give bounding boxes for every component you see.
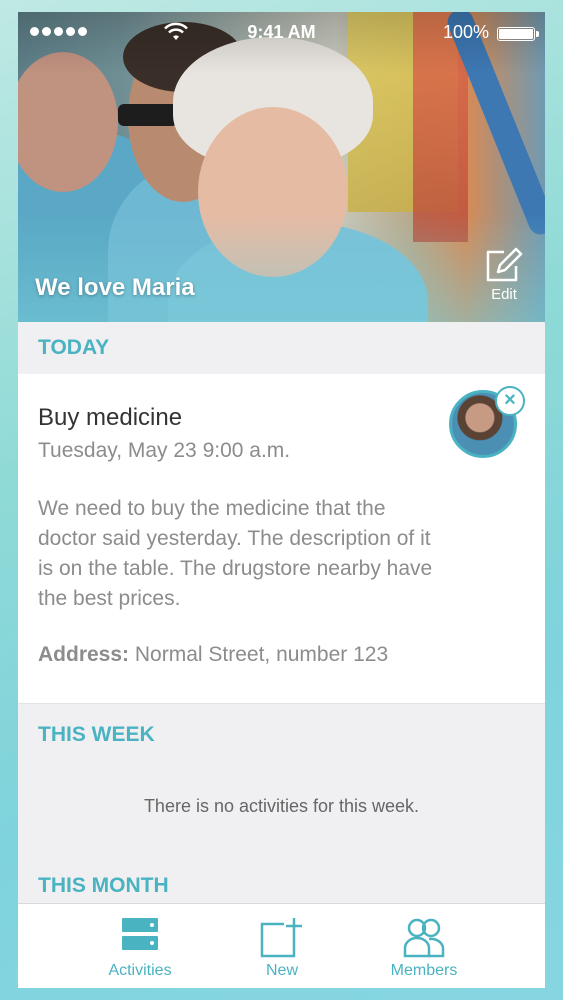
- section-header-today: TODAY: [18, 322, 545, 374]
- edit-icon: [486, 247, 523, 282]
- hero-banner: 9:41 AM 100% We love Maria Edit: [18, 12, 545, 322]
- remove-assignee-button[interactable]: ×: [495, 386, 525, 416]
- page-title: We love Maria: [35, 274, 195, 301]
- empty-week-message: There is no activities for this week.: [143, 796, 420, 816]
- close-icon: ×: [504, 389, 516, 411]
- edit-label: Edit: [491, 286, 517, 303]
- address-label: Address:: [38, 643, 130, 666]
- new-icon: [260, 918, 302, 958]
- activity-address: Address: Normal Street, number 123: [38, 643, 388, 667]
- battery-percentage: 100%: [442, 22, 489, 42]
- members-icon: [403, 918, 445, 958]
- activities-icon: [122, 918, 158, 950]
- tab-bar: Activities New Members: [18, 903, 545, 988]
- status-bar: 9:41 AM 100%: [18, 12, 545, 52]
- tab-label: Activities: [108, 962, 172, 979]
- tab-members[interactable]: Members: [349, 904, 499, 988]
- edit-button[interactable]: Edit: [478, 244, 530, 308]
- activity-date: Tuesday, May 23 9:00 a.m.: [38, 439, 291, 462]
- app-screen: 9:41 AM 100% We love Maria Edit TODAY Bu…: [18, 12, 545, 988]
- activity-description: We need to buy the medicine that the doc…: [38, 497, 433, 610]
- battery-icon: [497, 27, 539, 41]
- activity-title: Buy medicine: [38, 404, 183, 431]
- section-header-this-week: THIS WEEK: [18, 709, 545, 761]
- address-value: Normal Street, number 123: [129, 643, 389, 666]
- tab-label: Members: [390, 962, 458, 979]
- tab-activities[interactable]: Activities: [65, 904, 215, 988]
- tab-label: New: [265, 962, 298, 979]
- tab-new[interactable]: New: [207, 904, 357, 988]
